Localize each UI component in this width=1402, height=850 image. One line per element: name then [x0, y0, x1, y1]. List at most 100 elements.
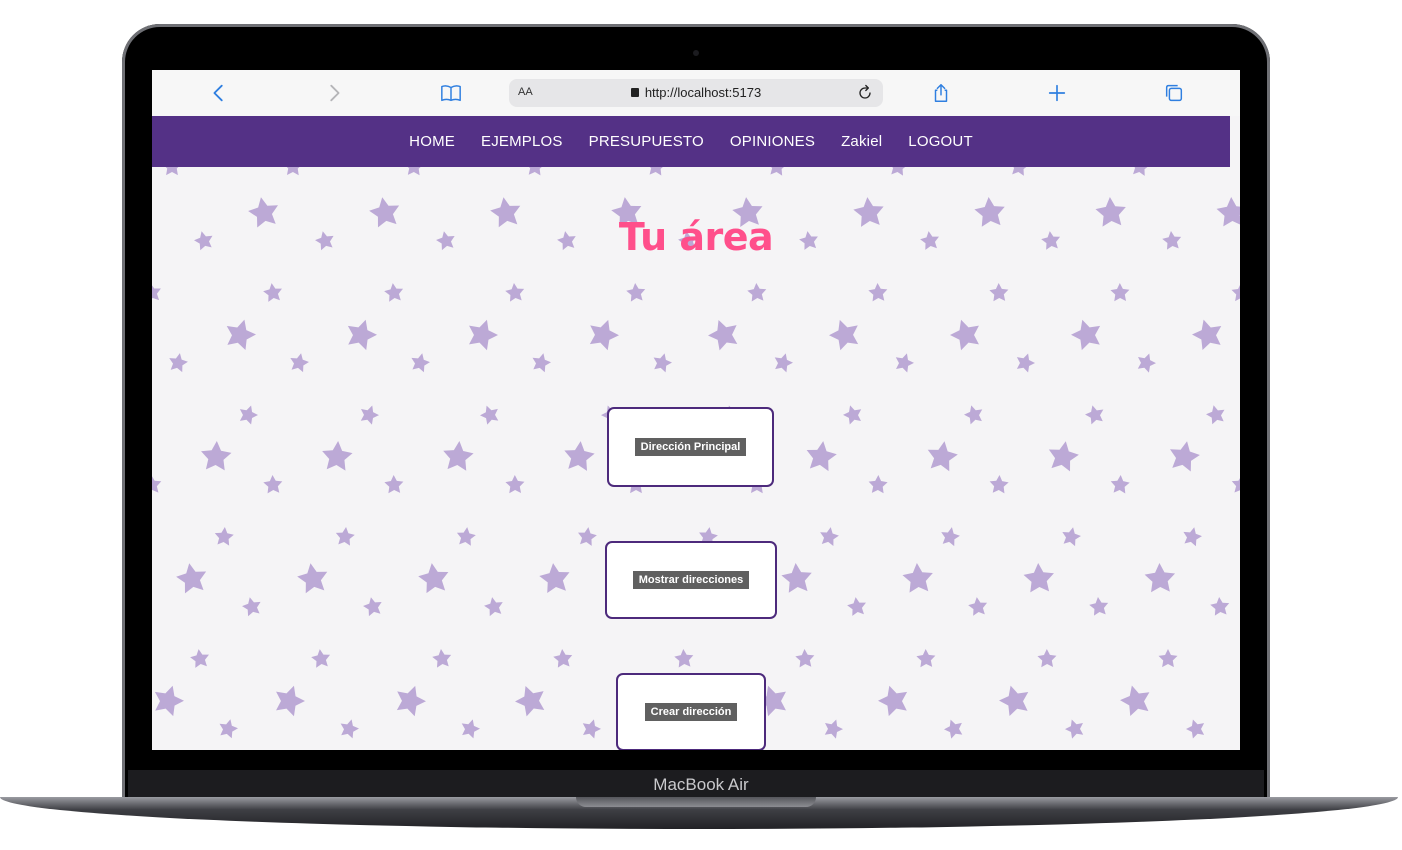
star-shape [1083, 402, 1107, 426]
share-icon[interactable] [929, 81, 953, 105]
main-navbar: HOME EJEMPLOS PRESUPUESTO OPINIONES Zaki… [152, 116, 1230, 167]
star-shape [416, 561, 451, 594]
star-shape [383, 281, 405, 303]
star-shape [511, 680, 550, 719]
star-shape [295, 560, 331, 595]
star-shape [821, 716, 846, 740]
star-shape [408, 351, 432, 374]
star-shape [458, 716, 482, 740]
star-shape [455, 525, 477, 547]
star-shape [874, 681, 913, 718]
star-shape [989, 474, 1010, 494]
star-shape [334, 526, 356, 547]
star-shape [152, 474, 163, 494]
create-address-button[interactable]: Crear dirección [644, 703, 738, 721]
star-shape [989, 282, 1009, 302]
star-shape [650, 350, 674, 374]
star-shape [482, 595, 505, 617]
star-shape [477, 402, 502, 426]
star-shape [1204, 402, 1228, 426]
star-shape [152, 681, 188, 718]
tabs-icon[interactable] [1162, 81, 1186, 105]
star-shape [1109, 474, 1131, 494]
bookmarks-icon[interactable] [439, 81, 463, 105]
nav-presupuesto[interactable]: PRESUPUESTO [576, 133, 717, 150]
star-shape [320, 439, 354, 471]
star-shape [189, 647, 211, 669]
star-shape [310, 647, 332, 669]
star-shape [552, 648, 574, 668]
star-shape [941, 716, 966, 740]
star-shape [804, 439, 839, 472]
star-shape [529, 350, 553, 374]
star-shape [916, 648, 936, 668]
create-address-card: Crear dirección [616, 673, 766, 750]
nav-ejemplos[interactable]: EJEMPLOS [468, 133, 576, 150]
show-addresses-card: Mostrar direcciones [605, 541, 777, 619]
star-shape [967, 595, 989, 617]
star-shape [1129, 167, 1151, 177]
star-shape [673, 648, 695, 668]
star-shape [1209, 596, 1231, 616]
star-shape [342, 315, 381, 352]
star-shape [780, 561, 814, 594]
nav-home[interactable]: HOME [396, 133, 468, 150]
address-bar[interactable]: AA http://localhost:5173 [509, 79, 883, 107]
star-shape [1188, 315, 1227, 352]
star-shape [270, 681, 309, 719]
star-shape [939, 525, 962, 547]
star-shape [463, 315, 502, 353]
star-shape [946, 315, 985, 353]
primary-address-card: Dirección Principal [607, 407, 774, 487]
star-shape [357, 402, 382, 426]
star-shape [746, 282, 768, 302]
star-shape [1144, 562, 1176, 593]
star-shape [840, 402, 865, 426]
star-shape [868, 474, 888, 494]
star-shape [262, 281, 284, 303]
page-content: Tu área Dirección Principal Mostrar dire… [152, 167, 1240, 750]
nav-opiniones[interactable]: OPINIONES [717, 133, 828, 150]
star-shape [174, 560, 210, 595]
star-shape [441, 439, 475, 472]
star-shape [846, 595, 868, 617]
device-brand: MacBook Air [653, 775, 749, 794]
star-shape [576, 525, 598, 547]
forward-icon[interactable] [322, 81, 346, 105]
star-shape [236, 402, 261, 426]
star-shape [704, 314, 743, 353]
star-shape [505, 474, 525, 494]
show-addresses-button[interactable]: Mostrar direcciones [632, 571, 750, 589]
star-shape [1088, 596, 1110, 617]
reload-icon[interactable] [855, 83, 875, 103]
star-shape [431, 648, 453, 669]
star-shape [384, 474, 404, 494]
star-shape [562, 439, 596, 472]
star-shape [213, 526, 235, 546]
star-shape [1180, 525, 1204, 548]
url-display: http://localhost:5173 [509, 85, 883, 100]
primary-address-button[interactable]: Dirección Principal [634, 438, 747, 456]
star-shape [1060, 525, 1083, 547]
star-shape [167, 351, 190, 373]
back-icon[interactable] [207, 81, 231, 105]
star-shape [625, 282, 647, 302]
star-shape [1117, 681, 1155, 718]
star-shape [162, 167, 182, 176]
star-shape [1230, 474, 1240, 494]
star-shape [887, 167, 909, 177]
star-shape [825, 314, 864, 353]
star-shape [1166, 438, 1202, 473]
star-shape [766, 167, 788, 176]
star-shape [1134, 350, 1159, 374]
laptop-notch [576, 797, 816, 807]
star-shape [216, 716, 240, 740]
star-shape [771, 350, 795, 374]
star-shape [818, 525, 841, 547]
star-shape [1110, 282, 1130, 302]
nav-logout[interactable]: LOGOUT [895, 133, 986, 150]
lock-icon [630, 88, 639, 97]
new-tab-icon[interactable] [1045, 81, 1069, 105]
star-shape [221, 315, 260, 352]
nav-user[interactable]: Zakiel [828, 133, 895, 150]
